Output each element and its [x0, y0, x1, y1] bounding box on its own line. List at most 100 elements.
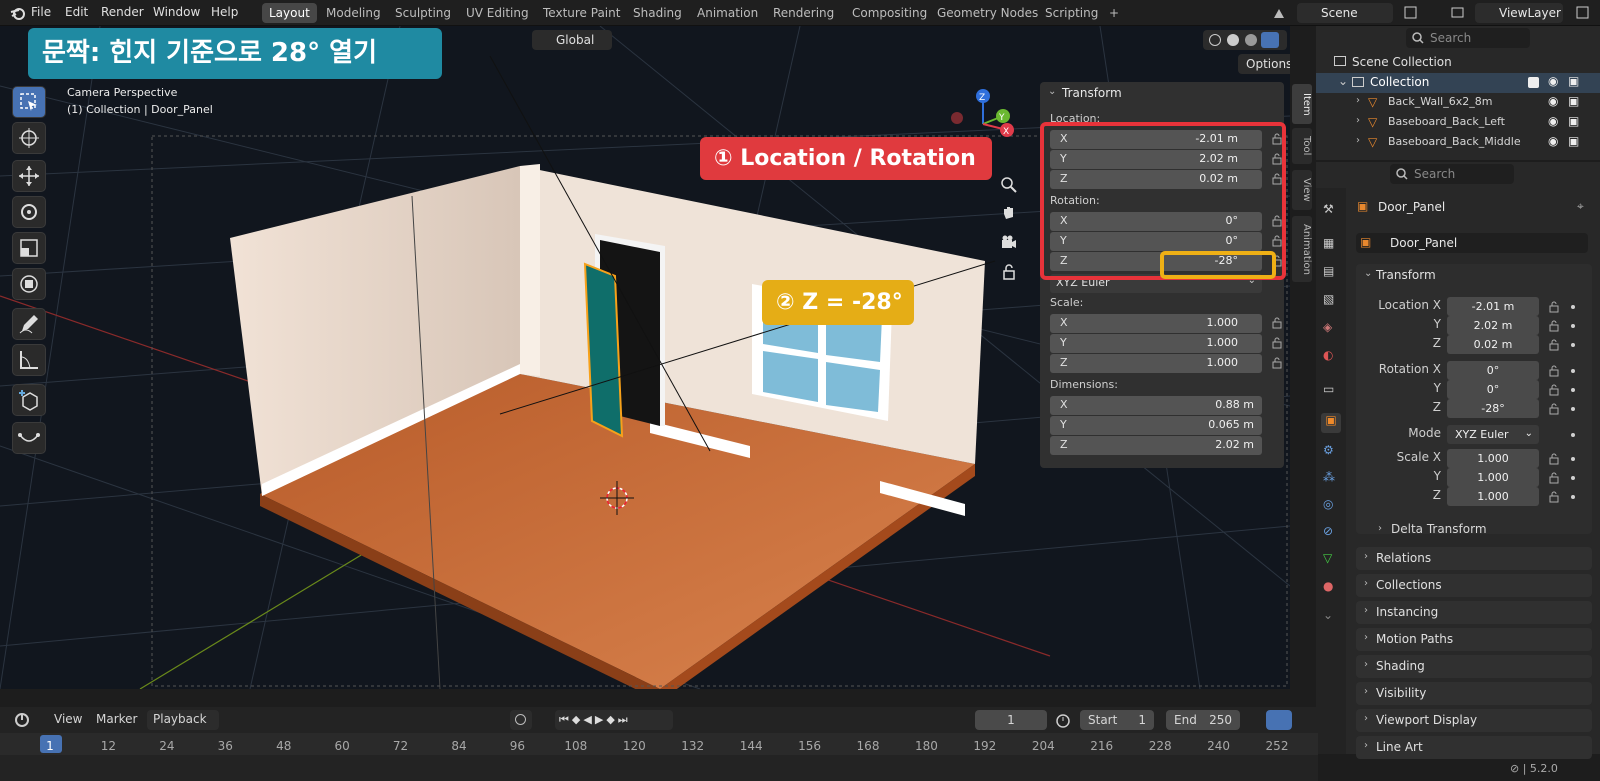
menu-render[interactable]: Render: [101, 5, 144, 19]
keyframe-dot-icon[interactable]: [1571, 369, 1575, 373]
lock-icon[interactable]: [1549, 339, 1559, 351]
blender-logo-icon[interactable]: [10, 5, 26, 21]
tab-uv-editing[interactable]: UV Editing: [459, 3, 536, 23]
camera-render-icon[interactable]: ▣: [1568, 94, 1579, 108]
gizmo-neg-x-axis[interactable]: [951, 112, 963, 124]
shading-modes[interactable]: [1203, 30, 1287, 50]
camera-render-icon[interactable]: ▣: [1568, 74, 1579, 88]
lock-icon[interactable]: [1272, 357, 1282, 369]
stopwatch-icon[interactable]: [1055, 712, 1071, 728]
delta-transform-label[interactable]: Delta Transform: [1391, 522, 1487, 536]
add-cube-tool[interactable]: [12, 384, 46, 416]
door-panel-selected[interactable]: [583, 262, 624, 438]
options-dropdown[interactable]: Options: [1238, 54, 1290, 74]
world-icon[interactable]: ◐: [1323, 348, 1339, 364]
view-layer-tab-icon[interactable]: ▧: [1323, 292, 1339, 308]
lock-icon[interactable]: [1549, 472, 1559, 484]
tab-view[interactable]: View: [1292, 170, 1312, 210]
prop-location-y[interactable]: 2.02 m: [1447, 316, 1539, 335]
prop-location-x[interactable]: -2.01 m: [1447, 297, 1539, 316]
pan-hand-icon[interactable]: [1001, 205, 1017, 221]
prop-scale-y[interactable]: 1.000: [1447, 468, 1539, 487]
scale-z-field[interactable]: Z 1.000: [1050, 354, 1282, 373]
menu-help[interactable]: Help: [211, 5, 238, 19]
new-scene-icon[interactable]: [1403, 5, 1419, 21]
prop-scale-x[interactable]: 1.000: [1447, 449, 1539, 468]
outliner-row-baseboard-back-middle[interactable]: › ▽ Baseboard_Back_Middle ◉ ▣: [1316, 133, 1600, 153]
keyframe-dot-icon[interactable]: [1571, 305, 1575, 309]
lock-icon[interactable]: [1272, 337, 1282, 349]
prop-rotation-mode-dropdown[interactable]: XYZ Euler ⌄: [1447, 425, 1539, 444]
wireframe-shading-icon[interactable]: [1209, 34, 1221, 46]
scene-tab-icon[interactable]: ◈: [1323, 320, 1339, 336]
keyframe-dot-icon[interactable]: [1571, 407, 1575, 411]
transform-tool[interactable]: [12, 268, 46, 300]
eye-icon[interactable]: ◉: [1548, 134, 1558, 148]
curve-tool[interactable]: [12, 422, 46, 454]
annotate-tool[interactable]: [12, 308, 46, 340]
tab-geometry-nodes[interactable]: Geometry Nodes: [930, 3, 1045, 23]
tab-sculpting[interactable]: Sculpting: [388, 3, 458, 23]
timeline-marker-menu[interactable]: Marker: [96, 712, 137, 726]
chevron-right-icon[interactable]: ›: [1356, 115, 1360, 126]
start-frame-field[interactable]: Start 1: [1080, 710, 1154, 730]
prop-rotation-x[interactable]: 0°: [1447, 361, 1539, 380]
section-relations[interactable]: › Relations: [1356, 547, 1592, 570]
chevron-down-icon[interactable]: ⌄: [1323, 608, 1339, 624]
current-frame-field[interactable]: 1: [975, 710, 1047, 730]
chevron-right-icon[interactable]: ›: [1356, 95, 1360, 106]
section-shading[interactable]: › Shading: [1356, 655, 1592, 678]
jump-start-icon[interactable]: ⏮: [559, 713, 572, 726]
prop-rotation-z[interactable]: -28°: [1447, 399, 1539, 418]
keyframe-dot-icon[interactable]: [1571, 476, 1575, 480]
render-icon[interactable]: ▦: [1323, 236, 1339, 252]
prop-rotation-y[interactable]: 0°: [1447, 380, 1539, 399]
properties-search[interactable]: Search: [1390, 164, 1514, 184]
tab-layout[interactable]: Layout: [262, 3, 317, 23]
auto-keying-toggle[interactable]: [510, 710, 532, 730]
lock-icon[interactable]: [1549, 365, 1559, 377]
dimensions-y-field[interactable]: Y 0.065 m: [1050, 416, 1262, 435]
tool-wrench-icon[interactable]: ⚒: [1323, 202, 1339, 218]
keyframe-dot-icon[interactable]: [1571, 343, 1575, 347]
eye-icon[interactable]: ◉: [1548, 114, 1558, 128]
lock-icon[interactable]: [1549, 320, 1559, 332]
lock-icon[interactable]: [1549, 453, 1559, 465]
tab-modeling[interactable]: Modeling: [319, 3, 388, 23]
prop-location-z[interactable]: 0.02 m: [1447, 335, 1539, 354]
scale-y-field[interactable]: Y 1.000: [1050, 334, 1282, 353]
timeline-view-menu[interactable]: View: [54, 712, 82, 726]
tab-rendering[interactable]: Rendering: [766, 3, 841, 23]
scale-tool[interactable]: [12, 232, 46, 264]
sync-toggle[interactable]: [1266, 710, 1292, 730]
outliner-row-back-wall[interactable]: › ▽ Back_Wall_6x2_8m ◉ ▣: [1316, 93, 1600, 113]
tab-animation[interactable]: Animation: [690, 3, 765, 23]
output-icon[interactable]: ▤: [1323, 264, 1339, 280]
section-instancing[interactable]: › Instancing: [1356, 601, 1592, 624]
tab-item[interactable]: Item: [1292, 84, 1312, 124]
section-motion-paths[interactable]: › Motion Paths: [1356, 628, 1592, 651]
play-reverse-icon[interactable]: ◀: [583, 713, 594, 726]
jump-end-icon[interactable]: ⏭: [618, 713, 631, 726]
menu-edit[interactable]: Edit: [65, 5, 88, 19]
prev-keyframe-icon[interactable]: ◆: [572, 713, 583, 726]
menu-file[interactable]: File: [31, 5, 51, 19]
keyframe-dot-icon[interactable]: [1571, 495, 1575, 499]
pin-icon[interactable]: ⌖: [1577, 199, 1584, 214]
chevron-down-icon[interactable]: ⌄: [1364, 268, 1372, 279]
tab-compositing[interactable]: Compositing: [845, 3, 934, 23]
zoom-icon[interactable]: [1001, 177, 1017, 193]
lock-icon[interactable]: [1549, 301, 1559, 313]
end-frame-field[interactable]: End 250: [1166, 710, 1240, 730]
dimensions-x-field[interactable]: X 0.88 m: [1050, 396, 1262, 415]
lock-icon[interactable]: [1549, 384, 1559, 396]
physics-icon[interactable]: ◎: [1323, 497, 1339, 513]
lock-camera-icon[interactable]: [1001, 264, 1017, 280]
camera-view-icon[interactable]: [1001, 234, 1017, 250]
tab-animation-side[interactable]: Animation: [1292, 216, 1312, 282]
playback-controls[interactable]: ⏮◆◀▶◆⏭: [555, 710, 673, 730]
scale-x-field[interactable]: X 1.000: [1050, 314, 1282, 333]
play-icon[interactable]: ▶: [595, 713, 606, 726]
outliner-row-baseboard-back-left[interactable]: › ▽ Baseboard_Back_Left ◉ ▣: [1316, 113, 1600, 133]
frame-ruler[interactable]: [0, 733, 1318, 755]
